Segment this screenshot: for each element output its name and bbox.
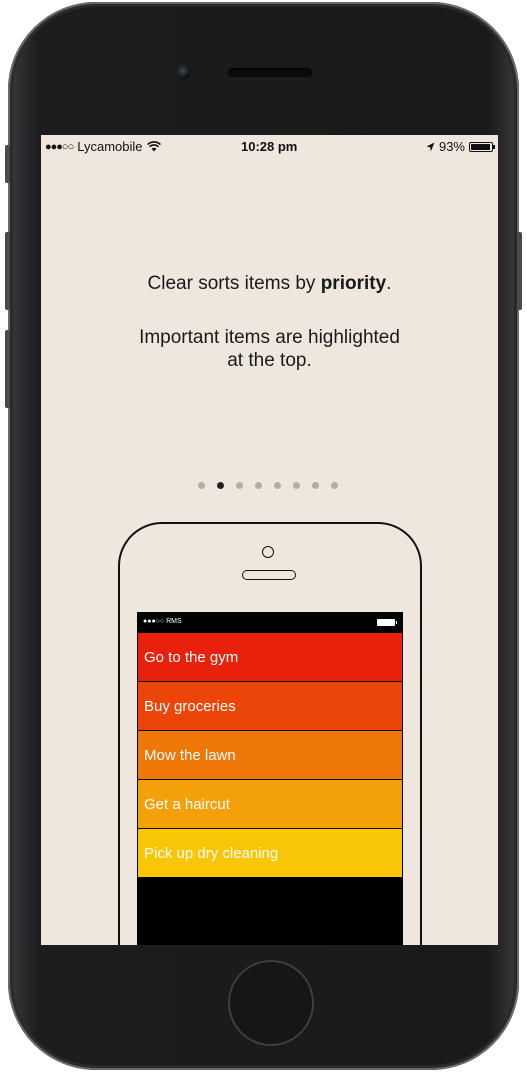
description-line-2: at the top. bbox=[227, 350, 312, 371]
illustration-carrier: RMS bbox=[166, 618, 182, 625]
illustration-battery-icon bbox=[377, 619, 397, 626]
illustration-status-bar: ●●●○○ RMS bbox=[137, 612, 403, 633]
signal-strength: ●●●○○ bbox=[45, 140, 74, 153]
task-list: Go to the gym Buy groceries Mow the lawn Ge… bbox=[137, 633, 403, 878]
description: Important items are highlighted at the t… bbox=[41, 326, 498, 372]
task-row: Get a haircut bbox=[138, 780, 402, 829]
page-dot[interactable] bbox=[312, 482, 319, 489]
page-dot[interactable] bbox=[293, 482, 300, 489]
app-screen: ●●●○○ Lycamobile 10:28 pm 93% Clear sort… bbox=[41, 135, 498, 945]
page-dot[interactable] bbox=[331, 482, 338, 489]
illustration-screen: ●●●○○ RMS Go to the gym Buy groceries Mow … bbox=[137, 612, 403, 945]
status-bar: ●●●○○ Lycamobile 10:28 pm 93% bbox=[41, 135, 498, 157]
task-row: Mow the lawn bbox=[138, 731, 402, 780]
front-camera bbox=[177, 65, 191, 79]
task-row: Buy groceries bbox=[138, 682, 402, 731]
task-row: Pick up dry cleaning bbox=[138, 829, 402, 878]
task-row: Go to the gym bbox=[138, 633, 402, 682]
page-indicator[interactable] bbox=[198, 482, 338, 489]
volume-up-button bbox=[5, 232, 10, 310]
earpiece-speaker bbox=[228, 68, 312, 77]
headline: Clear sorts items by priority. bbox=[41, 272, 498, 295]
battery-percentage: 93% bbox=[438, 139, 465, 154]
page-dot[interactable] bbox=[274, 482, 281, 489]
headline-prefix: Clear sorts items by bbox=[147, 273, 321, 294]
page-dot[interactable] bbox=[236, 482, 243, 489]
page-dot[interactable] bbox=[198, 482, 205, 489]
illustration-carrier-line: ●●●○○ RMS bbox=[143, 618, 182, 625]
description-line-1: Important items are highlighted bbox=[139, 327, 400, 348]
page-dot[interactable] bbox=[255, 482, 262, 489]
page-dot[interactable] bbox=[217, 482, 224, 489]
home-button[interactable] bbox=[228, 960, 314, 1046]
illustration-speaker bbox=[242, 570, 296, 580]
headline-suffix: . bbox=[386, 273, 392, 294]
volume-down-button bbox=[5, 330, 10, 408]
wifi-icon bbox=[146, 141, 161, 152]
power-button bbox=[517, 232, 522, 310]
headline-emphasis: priority bbox=[320, 273, 387, 294]
illustration-signal: ●●●○○ bbox=[143, 618, 165, 625]
carrier-name: Lycamobile bbox=[77, 139, 143, 154]
clock: 10:28 pm bbox=[241, 139, 298, 154]
location-arrow-icon bbox=[426, 142, 435, 151]
mute-switch bbox=[5, 145, 10, 183]
illustration-camera bbox=[262, 546, 274, 558]
battery-icon bbox=[469, 141, 495, 152]
